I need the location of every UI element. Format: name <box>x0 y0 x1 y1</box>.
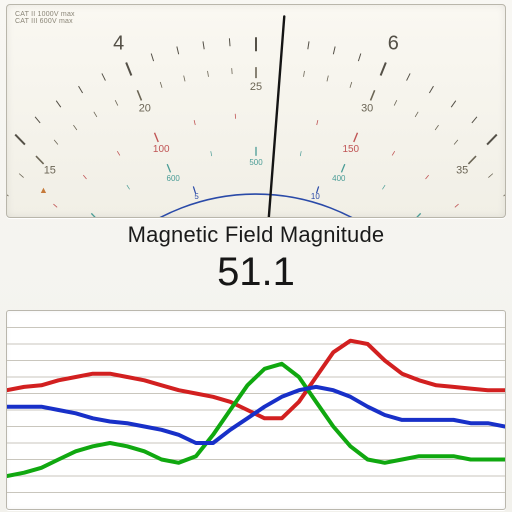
svg-text:500: 500 <box>249 158 263 167</box>
svg-text:25: 25 <box>250 81 262 93</box>
svg-text:20: 20 <box>139 103 151 115</box>
meter-corner-label-line2: CAT III 600V max <box>15 18 75 25</box>
svg-text:35: 35 <box>456 164 468 176</box>
svg-text:10: 10 <box>311 192 320 201</box>
meter-corner-label: CAT II 1000V max CAT III 600V max <box>15 11 75 26</box>
svg-text:15: 15 <box>44 164 56 176</box>
warning-icon: ▲ <box>39 185 48 195</box>
reading-name: Magnetic Field Magnitude <box>0 222 512 248</box>
line-chart <box>7 311 505 509</box>
svg-text:5: 5 <box>194 192 199 201</box>
reading-value: 51.1 <box>0 250 512 295</box>
svg-text:600: 600 <box>167 174 181 183</box>
analog-meter-face: 0246810051015202530354045500501001502002… <box>7 5 505 217</box>
reading-block: Magnetic Field Magnitude 51.1 <box>0 222 512 295</box>
svg-text:100: 100 <box>153 144 170 155</box>
svg-text:400: 400 <box>332 174 346 183</box>
svg-text:30: 30 <box>361 103 373 115</box>
svg-text:4: 4 <box>113 32 124 54</box>
chart-panel <box>6 310 506 510</box>
svg-text:6: 6 <box>388 32 399 54</box>
svg-text:150: 150 <box>342 144 359 155</box>
analog-meter-panel: CAT II 1000V max CAT III 600V max ▲ 0246… <box>6 4 506 218</box>
meter-corner-label-line1: CAT II 1000V max <box>15 11 75 18</box>
